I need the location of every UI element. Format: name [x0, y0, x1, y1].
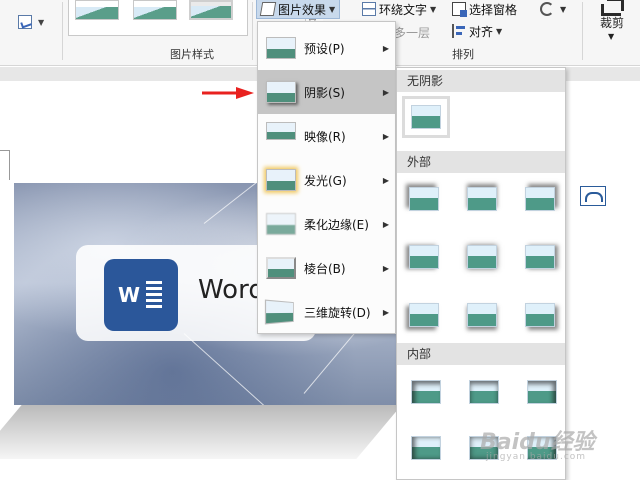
picture-styles-gallery: ▽ ▽	[68, 0, 323, 36]
word-logo-icon: W	[104, 259, 178, 331]
shadow-option-outer[interactable]	[467, 303, 497, 327]
bevel-thumb-icon	[266, 257, 296, 279]
change-picture-icon	[18, 15, 32, 29]
shadow-submenu: 无阴影 外部 内部	[396, 67, 566, 480]
crop-button[interactable]: 裁剪 ▼	[590, 0, 634, 54]
wrap-text-label: 环绕文字	[379, 2, 428, 17]
menu-item-shadow[interactable]: 阴影(S) ▶	[258, 70, 397, 114]
menu-item-glow[interactable]: 发光(G) ▶	[258, 158, 397, 202]
wrap-text-icon	[362, 2, 376, 16]
chevron-down-icon: ▼	[329, 4, 336, 14]
shadow-option-outer[interactable]	[467, 187, 497, 211]
shadow-option-outer[interactable]	[525, 303, 555, 327]
shadow-option-outer[interactable]	[467, 245, 497, 269]
menu-item-reflection[interactable]: 映像(R) ▶	[258, 114, 397, 158]
picture-effects-button[interactable]: 图片效果 ▼	[256, 0, 341, 19]
soft-edges-thumb-icon	[266, 213, 296, 235]
align-label: 对齐	[469, 24, 494, 39]
ribbon-divider	[62, 2, 63, 60]
ribbon-divider	[252, 2, 253, 60]
baidu-watermark: Baidu经验 jingyan.baidu.com	[460, 420, 630, 470]
preset-thumb-icon	[266, 37, 296, 59]
menu-item-label: 预设(P)	[304, 41, 345, 56]
chevron-down-icon: ▼	[38, 18, 45, 27]
menu-item-3d-rotation[interactable]: 三维旋转(D) ▶	[258, 290, 397, 334]
red-arrow-icon	[202, 87, 254, 99]
menu-item-label: 三维旋转(D)	[304, 305, 371, 320]
shadow-option-outer[interactable]	[409, 245, 439, 269]
align-icon	[452, 24, 466, 38]
selection-pane-button[interactable]: 选择窗格	[452, 0, 517, 19]
picture-style-option[interactable]	[133, 0, 177, 20]
chevron-right-icon: ▶	[382, 87, 389, 97]
shadow-option-outer[interactable]	[409, 303, 439, 327]
chevron-down-icon: ▼	[496, 26, 503, 36]
ribbon-divider	[582, 2, 583, 60]
picture-style-option[interactable]	[75, 0, 119, 20]
decorative-line	[183, 333, 281, 405]
3d-rotation-thumb-icon	[264, 299, 294, 325]
shadow-option-inner[interactable]	[469, 380, 499, 404]
chevron-right-icon: ▶	[382, 263, 389, 273]
inner-shadow-header: 内部	[397, 343, 565, 365]
shadow-option-outer[interactable]	[525, 245, 555, 269]
menu-item-label: 棱台(B)	[304, 261, 346, 276]
chevron-right-icon: ▶	[382, 307, 389, 317]
outer-shadow-header: 外部	[397, 151, 565, 173]
shadow-option-inner[interactable]	[527, 380, 557, 404]
chevron-right-icon: ▶	[382, 131, 389, 141]
shadow-option-outer[interactable]	[525, 187, 555, 211]
page-margin-corner	[0, 150, 10, 180]
picture-effects-label: 图片效果	[278, 2, 327, 17]
shadow-option-none[interactable]	[402, 96, 450, 138]
shadow-option-inner[interactable]	[411, 436, 441, 460]
shadow-option-inner[interactable]	[411, 380, 441, 404]
menu-item-label: 映像(R)	[304, 129, 346, 144]
chevron-down-icon: ▼	[430, 4, 437, 14]
chevron-right-icon: ▶	[382, 175, 389, 185]
menu-item-preset[interactable]: 预设(P) ▶	[258, 26, 397, 70]
selection-pane-label: 选择窗格	[469, 2, 518, 17]
rotate-button[interactable]: ▼	[540, 0, 566, 19]
menu-item-label: 发光(G)	[304, 173, 347, 188]
selection-pane-icon	[452, 2, 467, 17]
picture-styles-group-label: 图片样式	[170, 48, 214, 61]
send-backward-button[interactable]: 多一层	[394, 22, 430, 42]
picture-effects-icon	[259, 2, 277, 16]
picture-style-option-selected[interactable]	[189, 0, 233, 20]
crop-label: 裁剪	[599, 16, 624, 30]
menu-item-label: 柔化边缘(E)	[304, 217, 369, 232]
watermark-sub: jingyan.baidu.com	[486, 452, 587, 462]
layout-options-icon[interactable]	[580, 186, 606, 206]
reflection-thumb-icon	[266, 122, 296, 140]
shadow-option-outer[interactable]	[409, 187, 439, 211]
no-shadow-header: 无阴影	[397, 70, 565, 92]
send-backward-label: 多一层	[394, 25, 431, 40]
chevron-down-icon: ▼	[560, 4, 567, 14]
picture-word-text: Word	[198, 275, 265, 305]
menu-item-bevel[interactable]: 棱台(B) ▶	[258, 246, 397, 290]
wrap-text-button[interactable]: 环绕文字 ▼	[362, 0, 436, 19]
shadow-thumb-icon	[266, 81, 296, 103]
align-button[interactable]: 对齐 ▼	[452, 21, 502, 41]
chevron-right-icon: ▶	[382, 43, 389, 53]
change-picture-button[interactable]: ▼	[14, 12, 50, 34]
arrange-group-label: 排列	[452, 48, 474, 61]
glow-thumb-icon	[266, 169, 296, 191]
chevron-right-icon: ▶	[382, 219, 389, 229]
menu-item-soft-edges[interactable]: 柔化边缘(E) ▶	[258, 202, 397, 246]
menu-item-label: 阴影(S)	[304, 85, 345, 100]
chevron-down-icon: ▼	[608, 32, 615, 41]
rotate-icon	[540, 2, 554, 16]
picture-effects-menu: 预设(P) ▶ 阴影(S) ▶ 映像(R) ▶ 发光(G) ▶ 柔化边缘(E) …	[257, 21, 397, 334]
